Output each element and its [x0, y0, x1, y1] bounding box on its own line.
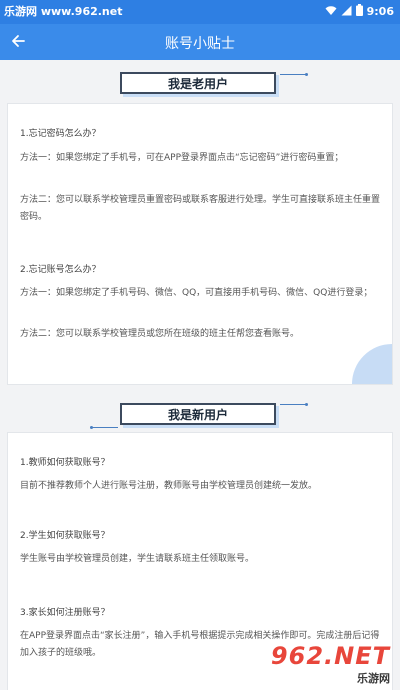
status-time: 9:06	[366, 5, 394, 18]
new-user-question-1: 1.教师如何获取账号？	[20, 458, 110, 468]
old-user-question-1: 1.忘记密码怎么办？	[20, 129, 101, 139]
card-corner-decoration	[352, 344, 392, 384]
new-user-q1-answer: 目前不推荐教师个人进行账号注册，教师账号由学校管理员创建统一发放。	[20, 481, 318, 491]
new-user-heading-text: 我是新用户	[167, 407, 228, 422]
old-user-card: 1.忘记密码怎么办？ 方法一：如果您绑定了手机号，可在APP登录界面点击“忘记密…	[7, 103, 393, 385]
banner-ornament	[280, 403, 308, 406]
banner-ornament	[90, 426, 118, 429]
watermark-sub: 乐游网	[357, 672, 390, 685]
old-user-question-2: 2.忘记账号怎么办？	[20, 265, 101, 275]
app-bar: 账号小贴士	[0, 24, 400, 60]
new-user-question-2: 2.学生如何获取账号？	[20, 531, 110, 541]
signal-icon	[341, 5, 352, 19]
old-user-q1-method-2: 方法二：您可以联系学校管理员重置密码或联系客服进行处理。学生可直接联系班主任重置…	[20, 195, 381, 222]
old-user-q1-method-1: 方法一：如果您绑定了手机号，可在APP登录界面点击“忘记密码”进行密码重置；	[20, 153, 344, 163]
watermark-logo: 962.NET	[270, 642, 390, 670]
battery-icon	[355, 4, 363, 19]
old-user-heading-text: 我是老用户	[167, 76, 228, 91]
new-user-heading: 我是新用户	[120, 403, 276, 425]
content-area[interactable]: 我是老用户 1.忘记密码怎么办？ 方法一：如果您绑定了手机号，可在APP登录界面…	[0, 60, 400, 690]
status-site-label: 乐游网 www.962.net	[4, 5, 123, 18]
new-user-q2-answer: 学生账号由学校管理员创建，学生请联系班主任领取账号。	[20, 554, 255, 564]
wifi-icon	[325, 5, 337, 19]
old-user-heading: 我是老用户	[120, 72, 276, 94]
old-user-q2-method-1: 方法一：如果您绑定了手机号码、微信、QQ，可直接用手机号码、微信、QQ进行登录；	[20, 288, 373, 298]
status-bar: 乐游网 www.962.net 9:06	[0, 0, 400, 24]
site-watermark: 962.NET 乐游网	[246, 642, 396, 688]
page-title: 账号小贴士	[165, 36, 235, 52]
new-user-question-3: 3.家长如何注册账号？	[20, 608, 110, 618]
old-user-q2-method-2: 方法二：您可以联系学校管理员或您所在班级的班主任帮您查看账号。	[20, 329, 300, 339]
status-icons: 9:06	[325, 4, 394, 19]
banner-ornament	[280, 73, 308, 76]
